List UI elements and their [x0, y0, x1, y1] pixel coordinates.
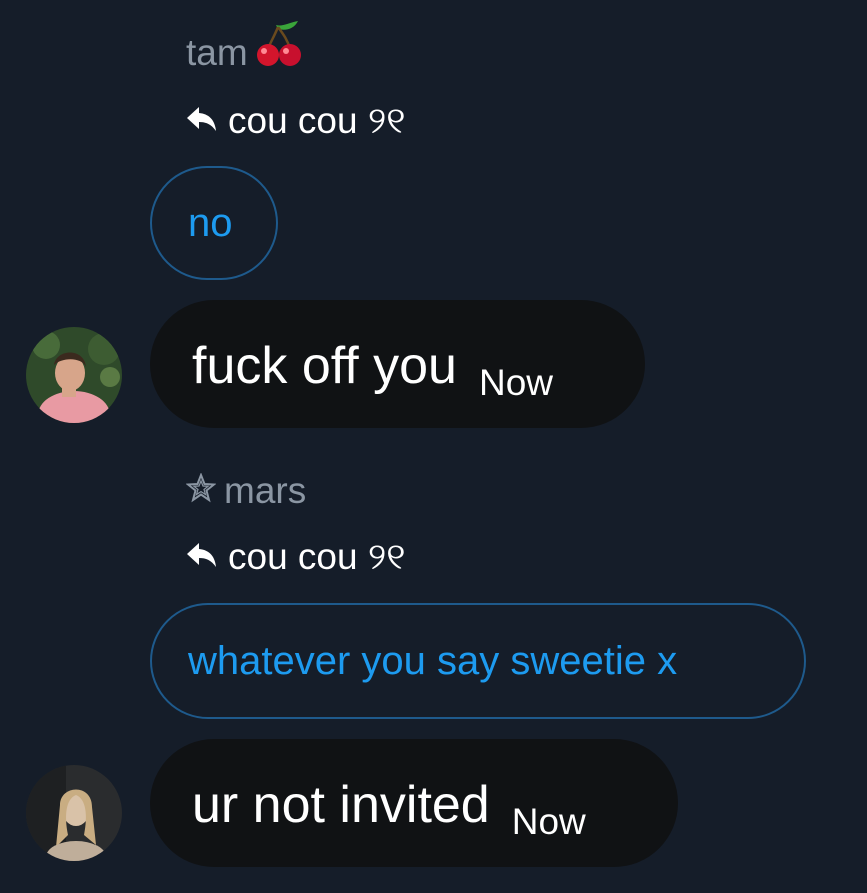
reply-to-name: cou cou ୨୧ — [228, 536, 406, 577]
message-bubble[interactable]: ur not invited Now — [150, 739, 678, 867]
avatar[interactable] — [26, 765, 122, 861]
quoted-message[interactable]: no — [150, 166, 278, 280]
sender-name-mars: mars — [185, 470, 307, 511]
quoted-message[interactable]: whatever you say sweetie x — [150, 603, 806, 719]
star-icon — [185, 471, 217, 509]
reply-arrow-icon — [186, 538, 218, 575]
message-text: ur not invited — [192, 776, 490, 834]
quoted-message-text: no — [188, 201, 233, 245]
sender-name-tam: tam — [186, 21, 306, 75]
reply-arrow-icon — [186, 102, 218, 139]
cherries-icon — [254, 17, 306, 75]
message-timestamp: Now — [511, 801, 586, 842]
avatar[interactable] — [26, 327, 122, 423]
reply-context: cou cou ୨୧ — [186, 102, 406, 139]
sender-name-text: tam — [186, 32, 248, 73]
reply-context: cou cou ୨୧ — [186, 538, 406, 575]
message-text: fuck off you — [192, 337, 457, 395]
message-timestamp: Now — [478, 362, 554, 403]
quoted-message-text: whatever you say sweetie x — [188, 639, 678, 683]
reply-to-name: cou cou ୨୧ — [228, 100, 406, 141]
sender-name-text: mars — [224, 470, 307, 511]
message-bubble[interactable]: fuck off you Now — [150, 300, 645, 428]
